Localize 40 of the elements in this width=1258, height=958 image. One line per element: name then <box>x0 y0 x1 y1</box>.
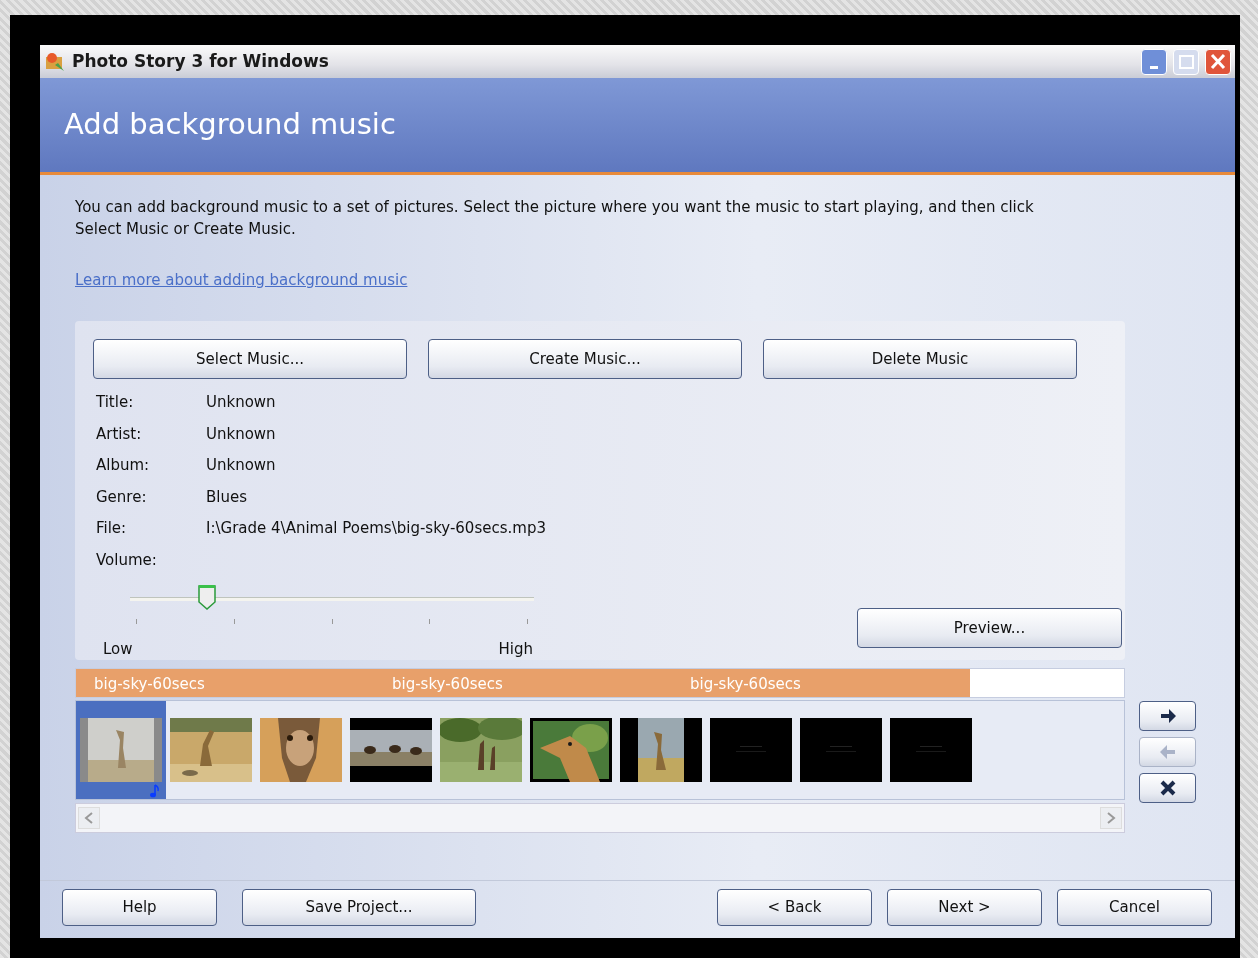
field-label: Title: <box>96 392 135 413</box>
window-title: Photo Story 3 for Windows <box>72 49 329 73</box>
remove-button[interactable] <box>1139 773 1196 803</box>
field-label: Genre: <box>96 486 148 508</box>
field-value: Unknown <box>206 455 276 476</box>
field-label: File: <box>96 518 128 539</box>
field-label: Album: <box>96 455 151 476</box>
thumbnail[interactable] <box>76 701 166 799</box>
page-heading: Add background music <box>64 106 396 144</box>
minimize-button[interactable] <box>1141 48 1167 75</box>
field-value: Blues <box>206 486 247 508</box>
minimize-icon <box>1150 66 1158 69</box>
field-label: Artist: <box>96 423 143 445</box>
maximize-icon <box>1178 54 1194 69</box>
close-icon <box>1210 53 1226 70</box>
app-icon <box>44 50 66 73</box>
music-clip: big-sky-60secs <box>672 669 970 697</box>
move-right-button[interactable] <box>1139 701 1196 731</box>
close-button[interactable] <box>1205 48 1231 75</box>
slider-label: High <box>498 638 533 660</box>
field-value: Unknown <box>206 392 276 413</box>
chevron-right-icon <box>1106 812 1116 824</box>
slider-thumb[interactable] <box>197 583 216 610</box>
footer-button[interactable]: < Back <box>717 889 872 926</box>
field-value: I:\Grade 4\Animal Poems\big-sky-60secs.mp3 <box>206 518 546 539</box>
music-button[interactable]: Select Music... <box>93 339 407 379</box>
music-clip: big-sky-60secs <box>374 669 672 697</box>
field-label: Volume: <box>96 550 157 569</box>
footer-button[interactable]: Next > <box>887 889 1042 926</box>
music-button[interactable]: Delete Music <box>763 339 1077 379</box>
intro-text: You can add background music to a set of pictures. Select the picture where you want the music to start playing, and then click Select Music or Create Music. <box>75 197 1035 240</box>
footer-button[interactable]: Save Project... <box>242 889 476 926</box>
footer-button[interactable]: Help <box>62 889 217 926</box>
music-clip: big-sky-60secs <box>76 669 374 697</box>
chevron-left-icon <box>84 812 94 824</box>
footer-button[interactable]: Cancel <box>1057 889 1212 926</box>
preview-button[interactable]: Preview... <box>857 608 1122 648</box>
slider-label: Low <box>103 638 133 660</box>
field-value: Unknown <box>206 423 276 445</box>
music-button[interactable]: Create Music... <box>428 339 742 379</box>
